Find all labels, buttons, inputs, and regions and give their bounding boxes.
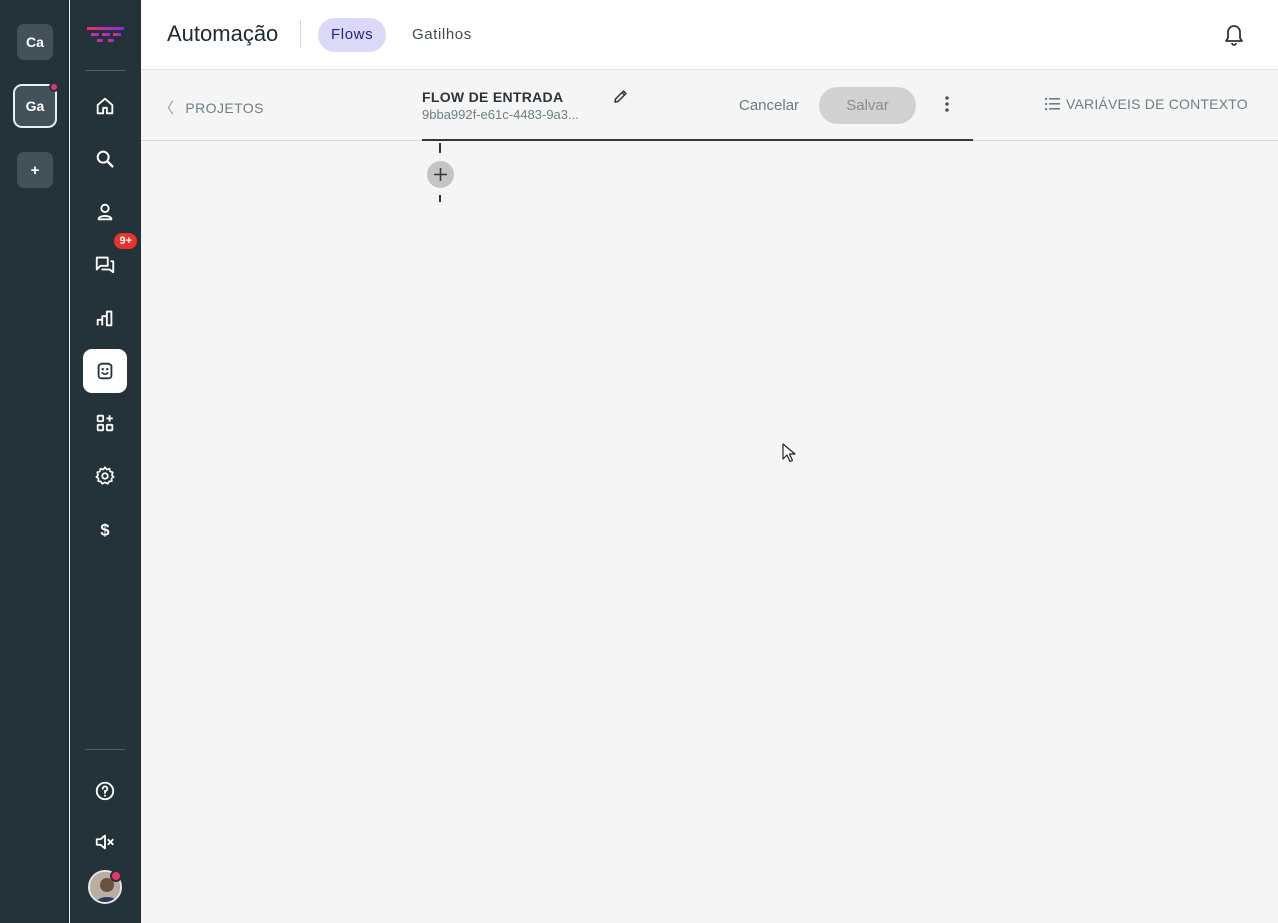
unread-badge: 9+ [114,233,137,249]
reports-icon [96,310,113,327]
nav-divider [85,749,125,750]
back-to-projects-link[interactable]: 〈 PROJETOS [159,97,264,118]
back-label: PROJETOS [185,99,264,116]
nav-automation[interactable] [83,349,127,393]
add-step-button[interactable] [427,161,454,188]
workspace-rail: Ca Ga + [0,0,69,923]
notifications-bell-icon[interactable] [1224,24,1244,46]
workspace-initials: Ga [25,98,45,114]
notification-dot [49,82,59,92]
mouse-cursor-icon [782,443,796,463]
nav-rail: 9+ $ [70,0,141,923]
workspace-ca[interactable]: Ca [17,24,53,60]
chevron-left-icon: 〈 [159,100,175,117]
svg-text:$: $ [100,522,109,540]
add-workspace-label: + [30,161,40,179]
connector-line [439,143,441,153]
home-icon [96,97,114,115]
contacts-icon [97,203,113,221]
workspace-ga[interactable]: Ga [13,82,59,128]
nav-billing[interactable]: $ [83,508,127,552]
nav-help[interactable] [83,769,127,813]
chat-icon [95,256,115,274]
nav-search[interactable] [83,137,127,181]
nav-settings[interactable] [83,454,127,498]
flow-id: 9bba992f-e61c-4483-9a3... [422,107,579,122]
billing-icon: $ [100,522,109,540]
flow-canvas[interactable] [141,141,1278,923]
add-workspace-button[interactable]: + [17,152,53,188]
nav-contacts[interactable] [83,190,127,234]
context-variables-button[interactable]: VARIÁVEIS DE CONTEXTO [1045,96,1248,112]
apps-icon [96,414,114,432]
tab-flows[interactable]: Flows [318,18,387,52]
page-title: Automação [167,21,279,46]
settings-icon [95,466,115,485]
title-divider [300,20,301,48]
brand-logo [87,27,124,42]
nav-apps[interactable] [83,401,127,445]
flow-name: FLOW DE ENTRADA [422,89,564,105]
nav-sound-toggle[interactable] [83,820,127,864]
nav-conversations[interactable]: 9+ [83,233,137,286]
search-icon [96,150,114,168]
connector-line [439,195,441,202]
list-icon [1045,98,1060,110]
cancel-button[interactable]: Cancelar [739,97,799,114]
context-variables-label: VARIÁVEIS DE CONTEXTO [1066,96,1248,112]
automation-bot-icon [97,362,113,380]
nav-home[interactable] [83,84,127,128]
tab-gatilhos[interactable]: Gatilhos [399,18,485,52]
workspace-initials: Ca [26,34,44,50]
mute-icon [95,834,114,850]
edit-pencil-icon[interactable] [612,88,629,105]
page-header: Automação Flows Gatilhos [141,0,1278,70]
save-button[interactable]: Salvar [819,87,916,124]
nav-divider [85,70,125,71]
help-icon [95,781,115,801]
avatar-status-dot [110,870,122,882]
nav-reports[interactable] [83,296,127,340]
flow-toolbar: 〈 PROJETOS FLOW DE ENTRADA 9bba992f-e61c… [141,70,1278,141]
plus-icon [434,168,447,181]
more-options-icon[interactable] [941,94,953,114]
